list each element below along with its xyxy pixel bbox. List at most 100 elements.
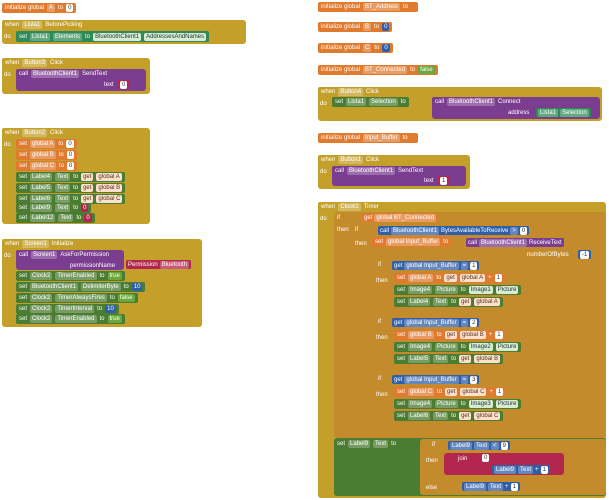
else-label9-plus-1[interactable]: Label9 Text +1 <box>462 482 520 491</box>
get-bt-connected[interactable]: get global BT_Connected <box>362 213 439 222</box>
join-literal[interactable]: 0 <box>482 454 490 462</box>
block-part: = <box>460 261 469 270</box>
text-literal[interactable]: 0 <box>118 80 130 89</box>
text-literal[interactable]: 1 <box>438 176 450 185</box>
set-label12-text[interactable]: set Label12 Text to 0 <box>16 213 95 223</box>
block-part: BytesAvailableToReceive <box>441 227 509 234</box>
block-part: true <box>107 315 122 323</box>
block-part: set <box>19 295 28 301</box>
block-part: do <box>320 169 327 175</box>
block-part: Clock2 <box>30 294 53 302</box>
block-part: set <box>19 205 28 211</box>
init-bt-address[interactable]: initialize global BT_Address to <box>318 2 419 12</box>
compare-buffer[interactable]: get global Input_Buffer = 1 <box>392 261 480 270</box>
set-input-buffer[interactable]: set global Input_Buffer to <box>372 237 452 247</box>
set-elements-block[interactable]: set Lista1 Elements to BluetoothClient1 … <box>16 31 210 42</box>
init-global-a-block[interactable]: initialize global A to 0 <box>2 3 77 13</box>
set-lista1-selection[interactable]: set Lista1 Selection to <box>332 97 409 107</box>
var-name[interactable]: A <box>47 4 56 12</box>
set-label9-text[interactable]: set Label9 Text to 0 <box>16 203 92 213</box>
lista1-selection-arg[interactable]: Lista1 Selection <box>536 108 591 117</box>
set-timerinterval[interactable]: set Clock2 TimerInterval to 10 <box>16 304 119 314</box>
set-image-picture[interactable]: set Image4 Picture to Image1 Picture <box>394 285 522 295</box>
block-part: 1 <box>540 465 548 474</box>
block-part: 0 <box>84 214 92 222</box>
init-global-b[interactable]: initialize global Bto 0 <box>318 22 393 32</box>
set-image-picture[interactable]: set Image4 Picture to Image2 Picture <box>394 342 522 352</box>
call-receivetext[interactable]: call BluetoothClient1 ReceiveText <box>466 238 564 247</box>
label9-plus-1[interactable]: Label9 Text +1 <box>492 465 550 474</box>
block-part: text <box>424 178 434 184</box>
set-label-text[interactable]: set Label4 Text to get global A <box>394 297 503 307</box>
block-part: < <box>491 441 499 450</box>
block-part: Permission <box>128 261 158 268</box>
target-component[interactable]: BluetoothClient1 <box>93 32 142 41</box>
set-image-picture[interactable]: set Image4 Picture to Image3 Picture <box>394 399 522 409</box>
set-label-text[interactable]: set Label5 Text to get global B <box>394 354 504 364</box>
block-part: to <box>451 356 457 362</box>
set-label-text[interactable]: set Label6 Text to get global C <box>394 411 504 421</box>
set-timeralwaysfires[interactable]: set Clock2 TimerAlwaysFires to false <box>16 293 138 303</box>
set-global-b[interactable]: set global Bto 0 <box>16 150 78 160</box>
numberofbytes-value[interactable]: -1 <box>578 250 592 259</box>
set-global-a[interactable]: set global Ato 0 <box>16 139 77 149</box>
init-input-buffer[interactable]: initialize global Input_Buffer to <box>318 133 418 143</box>
block-part: global C <box>408 388 435 396</box>
block-part: global B <box>96 184 123 192</box>
block-part: 1 <box>495 388 504 396</box>
block-part: to <box>460 344 466 350</box>
block-part: Text <box>55 195 71 203</box>
compare-bytes[interactable]: call BluetoothClient1 BytesAvailableToRece… <box>378 226 530 235</box>
block-part: set <box>397 356 406 362</box>
block-part: get <box>394 376 403 383</box>
component-dropdown[interactable]: Lista1 <box>30 32 51 41</box>
component-dropdown[interactable]: BluetoothClient1 <box>31 70 80 78</box>
prop-dropdown[interactable]: Elements <box>53 32 83 41</box>
set-clock2-timerenabled-2[interactable]: set Clock2 TimerEnabled to true <box>16 314 125 324</box>
block-part: to <box>460 287 466 293</box>
compare-label9-lt-9[interactable]: Label9 Text <9 <box>448 441 510 450</box>
set-global-increment[interactable]: set global Cto get global C +1 <box>394 387 507 397</box>
set-clock2-timerenabled[interactable]: set Clock2 TimerEnabled to true <box>16 271 125 281</box>
block-part: when <box>5 60 20 66</box>
block-part: global A <box>474 298 500 306</box>
init-global-c[interactable]: initialize global Cto 0 <box>318 43 393 53</box>
call-header: call BluetoothClient1 SendText <box>16 69 111 79</box>
value-slot[interactable]: 0 <box>66 4 74 12</box>
block-part: global A <box>408 274 434 282</box>
set-global-increment[interactable]: set global Bto get global B +1 <box>394 330 506 340</box>
event-header: when Button2 Click <box>2 128 67 138</box>
set-global-c[interactable]: set global Cto 0 <box>16 161 78 171</box>
component-dropdown[interactable]: Screen1 <box>22 240 49 248</box>
compare-buffer[interactable]: get global Input_Buffer = 3 <box>392 375 480 384</box>
block-part: set <box>397 287 406 293</box>
component-dropdown[interactable]: Button2 <box>22 129 48 137</box>
component-dropdown[interactable]: Lista1 <box>22 21 43 29</box>
block-part: to <box>391 441 397 447</box>
event-header: when Clock1 Timer <box>318 202 382 212</box>
block-part: Timer <box>363 204 379 210</box>
target-prop[interactable]: AddressesAndNames <box>144 32 207 41</box>
block-part: Picture <box>435 343 458 351</box>
set-label5-text[interactable]: set Label5 Text to get global B <box>16 183 126 193</box>
block-part: do <box>4 253 11 259</box>
set-label4-text[interactable]: set Label4 Text to get global A <box>16 172 125 182</box>
block-part: get <box>364 214 373 221</box>
permission-block[interactable]: Permission Bluetooth <box>126 260 192 269</box>
block-part: Text <box>55 204 71 212</box>
block-part: Text <box>55 184 71 192</box>
block-part: DelimiterByte <box>81 283 121 291</box>
set-global-increment[interactable]: set global Ato get global A +1 <box>394 273 505 283</box>
block-part: do <box>4 142 11 148</box>
compare-buffer[interactable]: get global Input_Buffer = 2 <box>392 318 480 327</box>
block-part: address <box>508 110 530 116</box>
component-dropdown[interactable]: Button3 <box>22 59 48 67</box>
block-part: initialize global <box>321 24 361 30</box>
init-bt-connected[interactable]: initialize global BT_Connected to false <box>318 65 438 75</box>
block-part: Clock2 <box>30 272 53 280</box>
block-part: Image4 <box>408 400 433 408</box>
set-delimiterbyte[interactable]: set BluetoothClient1 DelimiterByte to 10 <box>16 282 146 292</box>
event-header: when Lista1 BeforePicking <box>2 20 86 30</box>
block-part: false <box>117 294 135 302</box>
block-part: BluetoothClient1 <box>391 226 440 235</box>
